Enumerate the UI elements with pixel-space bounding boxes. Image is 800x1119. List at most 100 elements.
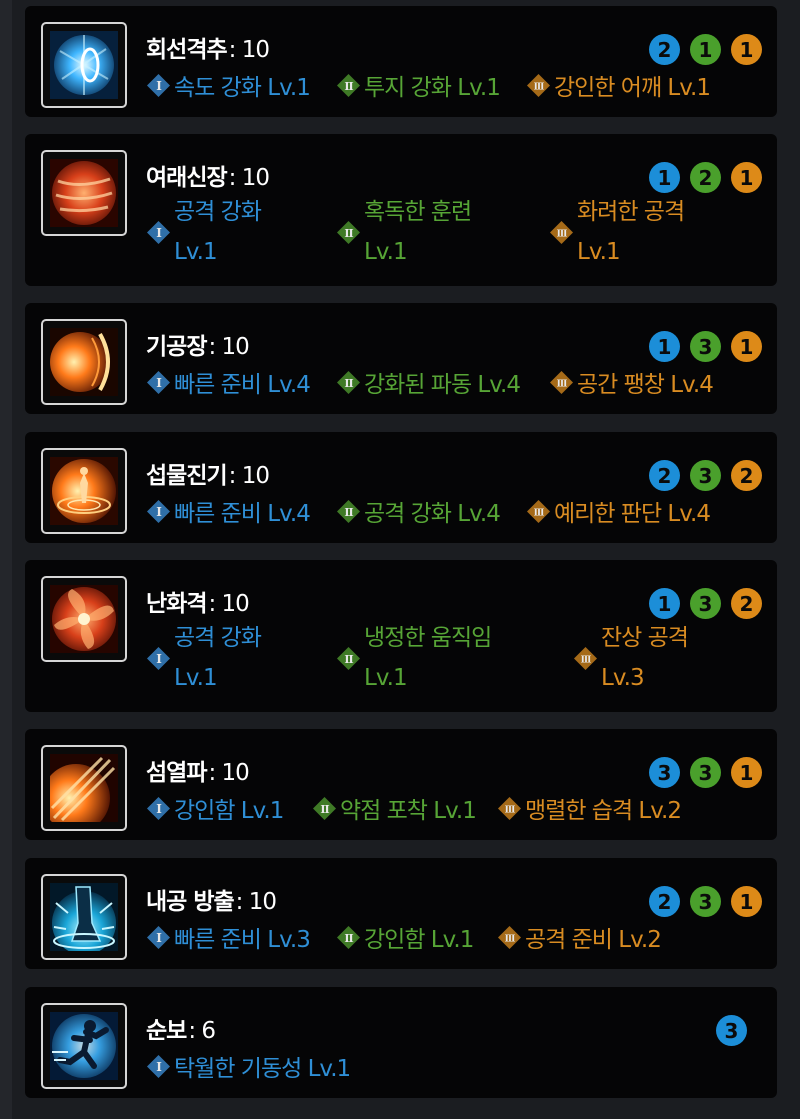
tripod-1: I 빠른 준비 Lv.4 — [146, 494, 311, 528]
rune-badges: 3 3 1 — [649, 757, 762, 788]
skill-row-1[interactable]: 회선격추: 10 2 1 1 I 속도 강화 Lv.1 II 투지 강화 Lv.… — [25, 6, 777, 117]
tier-3-icon: III — [527, 73, 550, 97]
tier-1-icon: I — [147, 499, 170, 523]
badge-tier2: 2 — [690, 162, 721, 193]
spinning-blast-icon — [41, 22, 127, 108]
badge-tier2: 3 — [690, 331, 721, 362]
tripod-level: Lv.1 — [174, 239, 218, 265]
energy-circle-icon — [41, 448, 127, 534]
skill-name: 난화격 — [146, 591, 207, 617]
skill-level: : 10 — [228, 37, 270, 63]
left-rail — [0, 0, 12, 1119]
tier-3-icon: III — [550, 220, 573, 244]
badge-tier1: 3 — [649, 757, 680, 788]
tripod-level: Lv.3 — [601, 665, 645, 691]
tripod-3: III 공격 준비 Lv.2 — [497, 920, 662, 954]
skill-level: : 10 — [208, 334, 249, 360]
svg-text:III: III — [534, 82, 544, 92]
svg-text:II: II — [344, 506, 353, 519]
skill-level: : 10 — [208, 591, 249, 617]
svg-text:III: III — [505, 805, 515, 815]
tier-1-icon: I — [147, 73, 170, 97]
tripod-label: 속도 강화 Lv.1 — [174, 75, 311, 101]
tripod-name: 공격 강화 — [174, 199, 262, 225]
tier-1-icon: I — [147, 220, 170, 244]
tier-1-icon: I — [147, 646, 170, 670]
skill-name: 회선격추 — [146, 37, 228, 63]
tier-3-icon: III — [498, 796, 521, 820]
skill-level: : 10 — [228, 165, 270, 191]
tripod-name: 공격 강화 — [174, 625, 262, 651]
svg-text:III: III — [557, 379, 567, 389]
tripod-name: 냉정한 움직임 — [364, 625, 492, 651]
palm-strike-icon — [41, 150, 127, 236]
skill-level: : 6 — [188, 1018, 216, 1044]
badge-tier2: 3 — [690, 886, 721, 917]
tripod-label: 예리한 판단 Lv.4 — [554, 501, 711, 527]
skill-row-6[interactable]: 섬열파: 10 3 3 1 I 강인함 Lv.1 II 약점 포착 Lv.1 I… — [25, 729, 777, 840]
tripod-name: 화려한 공격 — [577, 199, 685, 225]
tier-2-icon: II — [337, 499, 360, 523]
svg-text:II: II — [344, 932, 353, 945]
rune-badges: 2 3 1 — [649, 886, 762, 917]
badge-tier1: 1 — [649, 331, 680, 362]
tripod-3: III 잔상 공격 Lv.3 — [573, 618, 689, 698]
badge-tier3: 1 — [731, 757, 762, 788]
tripod-2: II 강인함 Lv.1 — [336, 920, 474, 954]
rune-badges: 2 1 1 — [649, 34, 762, 65]
skill-level: : 10 — [228, 463, 270, 489]
rune-badges: 2 3 2 — [649, 460, 762, 491]
skill-row-5[interactable]: 난화격: 10 1 3 2 I 공격 강화 Lv.1 II 냉정한 움직임 Lv.1… — [25, 560, 777, 712]
tripod-1: I 탁월한 기동성 Lv.1 — [146, 1049, 351, 1083]
svg-text:II: II — [320, 803, 329, 816]
tripod-level: Lv.1 — [364, 239, 408, 265]
skill-name: 기공장 — [146, 334, 207, 360]
tripod-label: 공간 팽창 Lv.4 — [577, 372, 714, 398]
badge-tier3: 1 — [731, 331, 762, 362]
tripod-level: Lv.1 — [577, 239, 621, 265]
tripod-label: 탁월한 기동성 Lv.1 — [174, 1056, 351, 1082]
tripod-label: 투지 강화 Lv.1 — [364, 75, 501, 101]
tripod-name: 잔상 공격 — [601, 625, 689, 651]
tripod-3: III 화려한 공격 Lv.1 — [549, 192, 685, 272]
tier-3-icon: III — [574, 646, 597, 670]
rune-badges: 1 2 1 — [649, 162, 762, 193]
inner-force-icon — [41, 874, 127, 960]
skill-row-2[interactable]: 여래신장: 10 1 2 1 I 공격 강화 Lv.1 II 혹독한 훈련 Lv.1… — [25, 134, 777, 286]
skill-title: 기공장: 10 — [146, 327, 250, 361]
tier-1-icon: I — [147, 1054, 170, 1078]
skill-level: : 10 — [235, 889, 277, 915]
tier-1-icon: I — [147, 370, 170, 394]
tripod-level: Lv.1 — [364, 665, 408, 691]
badge-tier1: 1 — [649, 588, 680, 619]
tier-3-icon: III — [527, 499, 550, 523]
tripod-label: 약점 포착 Lv.1 — [340, 798, 477, 824]
skill-title: 회선격추: 10 — [146, 30, 270, 64]
svg-text:III: III — [534, 508, 544, 518]
skill-row-3[interactable]: 기공장: 10 1 3 1 I 빠른 준비 Lv.4 II 강화된 파동 Lv.… — [25, 303, 777, 414]
tier-2-icon: II — [337, 73, 360, 97]
tripod-2: II 냉정한 움직임 Lv.1 — [336, 618, 492, 698]
skill-row-7[interactable]: 내공 방출: 10 2 3 1 I 빠른 준비 Lv.3 II 강인함 Lv.1… — [25, 858, 777, 969]
badge-tier3: 1 — [731, 886, 762, 917]
badge-tier1: 3 — [716, 1015, 747, 1046]
tripod-level: Lv.1 — [174, 665, 218, 691]
skill-name: 섬열파 — [146, 760, 207, 786]
rune-badges: 1 3 1 — [649, 331, 762, 362]
tripod-3: III 공간 팽창 Lv.4 — [549, 365, 714, 399]
rune-badges: 3 — [716, 1015, 747, 1046]
tier-1-icon: I — [147, 925, 170, 949]
svg-text:II: II — [344, 653, 353, 666]
skill-row-4[interactable]: 섭물진기: 10 2 3 2 I 빠른 준비 Lv.4 II 공격 강화 Lv.… — [25, 432, 777, 543]
skill-name: 여래신장 — [146, 165, 228, 191]
tripod-2: II 혹독한 훈련 Lv.1 — [336, 192, 472, 272]
tripod-label: 강화된 파동 Lv.4 — [364, 372, 521, 398]
tripod-2: II 강화된 파동 Lv.4 — [336, 365, 521, 399]
badge-tier2: 3 — [690, 588, 721, 619]
skill-title: 섭물진기: 10 — [146, 456, 270, 490]
svg-text:III: III — [557, 229, 567, 239]
tripod-1: I 빠른 준비 Lv.3 — [146, 920, 311, 954]
skill-row-8[interactable]: 순보: 6 3 I 탁월한 기동성 Lv.1 — [25, 987, 777, 1098]
tier-1-icon: I — [147, 796, 170, 820]
tripod-label: 빠른 준비 Lv.4 — [174, 501, 311, 527]
